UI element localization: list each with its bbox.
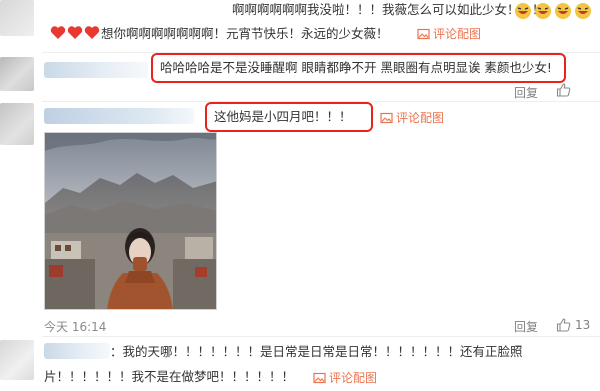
avatar[interactable] xyxy=(0,0,34,36)
heart-icon xyxy=(50,26,66,39)
username[interactable] xyxy=(44,62,148,78)
heart-emoji-group xyxy=(50,25,100,40)
thumbs-up-icon xyxy=(556,83,571,97)
comment-image-link[interactable]: 评论配图 xyxy=(417,25,481,42)
laughing-emoji-icon xyxy=(535,3,551,19)
laughing-emoji-icon xyxy=(555,3,571,19)
reply-button[interactable]: 回复 xyxy=(514,84,538,101)
like-button[interactable]: 13 xyxy=(556,318,590,332)
photo-image xyxy=(45,133,216,309)
avatar[interactable] xyxy=(0,103,34,145)
comment-text: 啊啊啊啊啊啊我没啦！！！我薇怎么可以如此少女！！！ xyxy=(232,2,545,17)
image-icon xyxy=(417,28,430,39)
comment-text-line2: 想你啊啊啊啊啊啊啊！元宵节快乐！永远的少女薇！ xyxy=(101,26,389,41)
comment-text-line2: 片！！！！！！我不是在做梦吧！！！！！！ xyxy=(44,369,295,384)
divider xyxy=(42,336,600,337)
comment-text-line1: ：我的天哪！！！！！！！是日常是日常是日常！！！！！！！还有正脸照 xyxy=(110,344,523,359)
image-icon xyxy=(380,112,393,123)
comment-text: 哈哈哈哈是不是没睡醒啊 眼睛都睁不开 黑眼圈有点明显诶 素颜也少女! xyxy=(160,60,552,75)
timestamp: 今天 16:14 xyxy=(44,320,107,334)
emoji-group xyxy=(513,2,593,19)
laughing-emoji-icon xyxy=(575,3,591,19)
comment-photo[interactable] xyxy=(44,132,217,310)
comment-text: 这他妈是小四月吧！！！ xyxy=(214,109,352,124)
avatar[interactable] xyxy=(0,57,34,91)
username[interactable] xyxy=(44,108,194,124)
thumbs-up-icon xyxy=(556,318,571,332)
username[interactable] xyxy=(44,343,110,359)
like-count: 13 xyxy=(575,318,591,332)
heart-icon xyxy=(67,26,83,39)
like-button[interactable]: 赞 xyxy=(556,83,571,97)
laughing-emoji-icon xyxy=(515,3,531,19)
reply-button[interactable]: 回复 xyxy=(514,318,538,335)
comment-image-link[interactable]: 评论配图 xyxy=(380,109,444,126)
heart-icon xyxy=(84,26,100,39)
avatar[interactable] xyxy=(0,340,34,380)
image-icon xyxy=(313,372,326,383)
comment-image-link[interactable]: 评论配图 xyxy=(313,369,377,386)
